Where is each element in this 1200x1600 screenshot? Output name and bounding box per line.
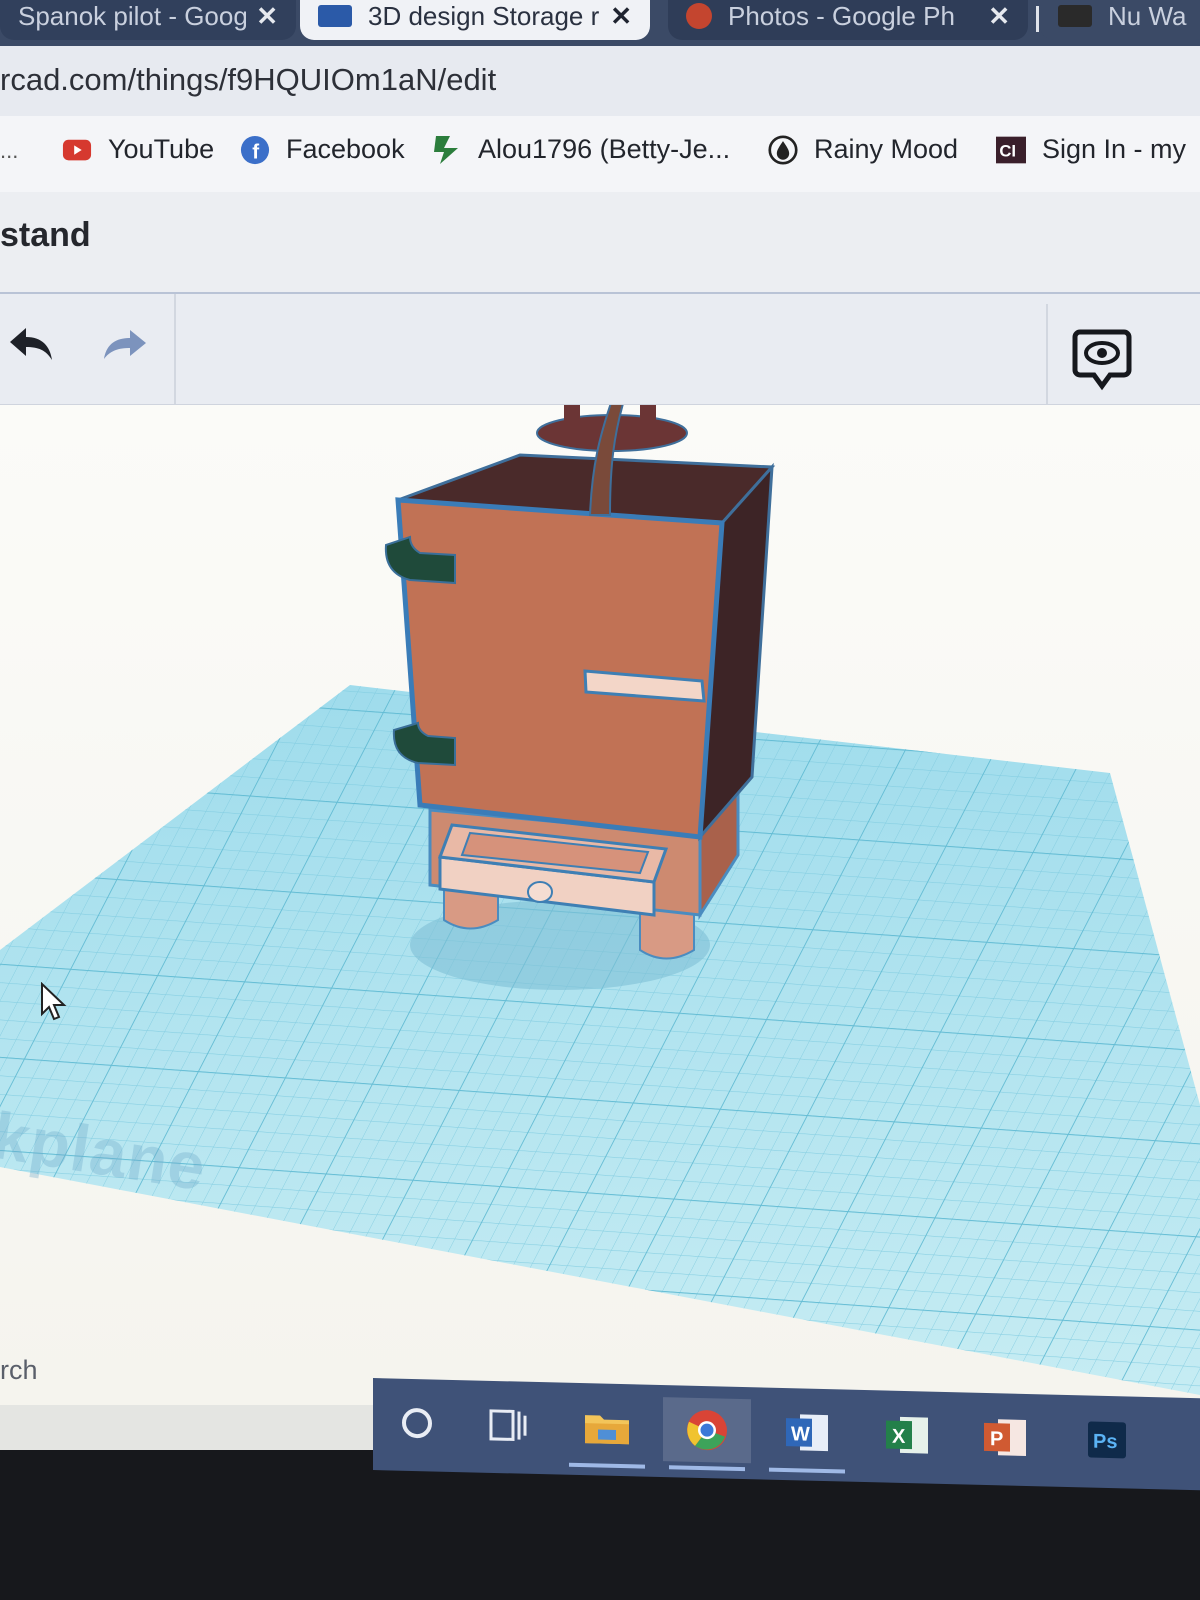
taskbar-powerpoint[interactable]: P [961, 1404, 1049, 1470]
ci-logo-icon: CI [996, 135, 1026, 165]
bookmark-youtube[interactable]: YouTube [62, 134, 214, 165]
page-favicon-icon [1058, 5, 1092, 27]
task-view-icon [489, 1409, 527, 1441]
tab-3d-design-storage[interactable]: 3D design Storage r ✕ [300, 0, 650, 40]
bookmark-label: YouTube [108, 134, 215, 164]
bookmark-rainy-mood[interactable]: Rainy Mood [768, 134, 958, 165]
close-icon[interactable]: ✕ [256, 1, 278, 32]
bookmark-label: Alou1796 (Betty-Je... [478, 134, 731, 164]
url-input[interactable]: rcad.com/things/f9HQUIOm1aN/edit [0, 62, 496, 98]
cabinet-door [395, 497, 725, 840]
bookmark-sign-in[interactable]: CI Sign In - my [996, 134, 1186, 165]
redo-icon [104, 330, 146, 359]
photoshop-glyph: Ps [1093, 1431, 1117, 1454]
facebook-icon: f [240, 135, 270, 165]
photoshop-icon: Ps [1088, 1421, 1126, 1459]
taskbar-excel[interactable]: X [863, 1402, 951, 1468]
redo-button[interactable] [92, 314, 156, 374]
tab-divider [1036, 6, 1039, 32]
raindrop-icon [768, 134, 798, 165]
taskbar-chrome[interactable] [663, 1397, 751, 1472]
tinkercad-favicon-icon [318, 5, 352, 27]
taskbar-search-box[interactable]: rch [0, 1355, 38, 1386]
taskbar-file-explorer[interactable] [563, 1395, 651, 1469]
editor-toolbar [0, 294, 1200, 405]
bookmarks-overflow[interactable]: ... [0, 138, 18, 164]
taskbar-word[interactable]: W [763, 1400, 851, 1474]
taskbar-cortana[interactable] [373, 1390, 461, 1456]
bookmark-label: Facebook [286, 134, 405, 164]
puzzle-icon [432, 135, 462, 165]
close-icon[interactable]: ✕ [610, 1, 632, 32]
taskbar-task-view[interactable] [465, 1392, 553, 1458]
tab-label: Photos - Google Ph [728, 0, 955, 31]
toolbar-divider [174, 294, 176, 404]
excel-icon: X [886, 1416, 928, 1454]
workplane-scene[interactable] [0, 405, 1200, 1405]
running-indicator [669, 1465, 745, 1472]
svg-text:CI: CI [999, 141, 1016, 160]
powerpoint-icon: P [984, 1419, 1026, 1456]
bookmarks-bar: ... YouTube f Facebook Alou1796 (Betty-J… [0, 116, 1200, 193]
bookmark-facebook[interactable]: f Facebook [240, 134, 405, 165]
bookmark-label: Sign In - my [1042, 134, 1187, 164]
excel-glyph: X [892, 1426, 906, 1448]
undo-icon [10, 328, 52, 360]
tab-label: Nu Wa [1108, 0, 1187, 31]
design-title[interactable]: stand [0, 216, 91, 255]
chrome-icon [687, 1410, 727, 1451]
word-icon: W [786, 1414, 828, 1452]
mouse-cursor-icon [41, 982, 67, 1021]
tab-google-photos[interactable]: Photos - Google Ph ✕ [668, 0, 1028, 40]
tab-nu-wa[interactable]: Nu Wa [1040, 0, 1200, 40]
eye-speech-icon [1072, 329, 1132, 391]
browser-tab-strip: Spanok pilot - Goog ✕ 3D design Storage … [0, 0, 1200, 46]
tab-label: 3D design Storage r [368, 0, 600, 31]
design-title-bar: stand [0, 192, 1200, 294]
folder-icon [585, 1415, 629, 1445]
taskbar-photoshop[interactable]: Ps [1063, 1407, 1151, 1473]
powerpoint-glyph: P [990, 1428, 1003, 1450]
word-glyph: W [791, 1423, 810, 1445]
close-icon[interactable]: ✕ [988, 1, 1010, 32]
3d-viewport[interactable]: kplane [0, 405, 1200, 1405]
running-indicator [769, 1467, 845, 1474]
undo-button[interactable] [0, 314, 64, 374]
bookmark-label: Rainy Mood [814, 134, 959, 164]
desktop-strip [0, 1405, 373, 1455]
google-photos-favicon-icon [686, 3, 712, 29]
youtube-icon [62, 135, 92, 165]
running-indicator [569, 1462, 645, 1469]
svg-text:f: f [252, 140, 259, 163]
circle-icon [402, 1408, 432, 1439]
view-notes-button[interactable] [1070, 324, 1134, 394]
tab-label: Spanok pilot - Goog [18, 0, 247, 31]
address-bar: rcad.com/things/f9HQUIOm1aN/edit [0, 46, 1200, 117]
toolbar-divider [1046, 304, 1048, 404]
bookmark-alou1796[interactable]: Alou1796 (Betty-Je... [432, 134, 730, 165]
tab-spanok-pilot[interactable]: Spanok pilot - Goog ✕ [0, 0, 296, 40]
